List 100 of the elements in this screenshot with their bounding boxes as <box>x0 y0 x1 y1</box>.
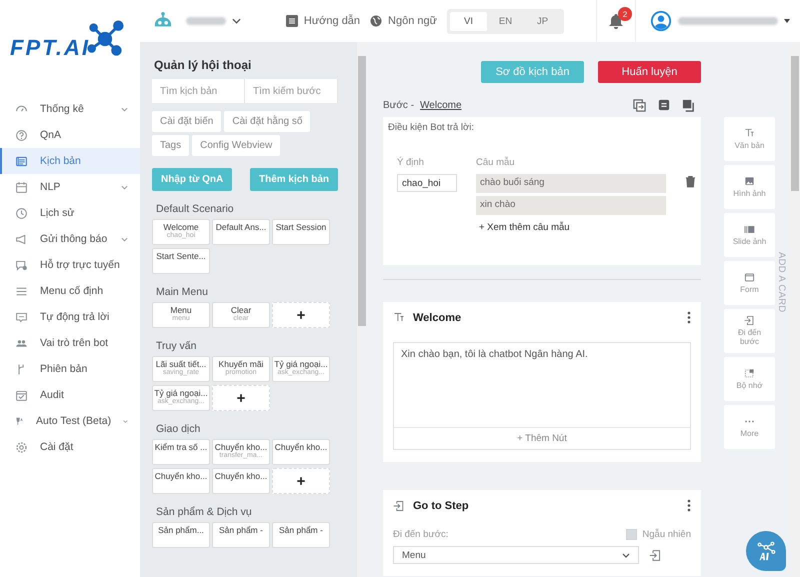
card-title: Go to Step <box>413 500 469 512</box>
scenario-card[interactable]: Kiểm tra số ... <box>152 439 210 465</box>
step-select[interactable]: Menu <box>393 546 639 564</box>
sample-sentence[interactable]: chào buổi sáng <box>476 174 666 193</box>
random-checkbox[interactable] <box>626 529 638 540</box>
duplicate-icon[interactable] <box>682 98 695 112</box>
sidebar-item[interactable]: Lịch sử <box>0 200 140 226</box>
step-name: Chuyển kho... <box>274 442 328 452</box>
chevron-down-icon[interactable] <box>232 18 241 24</box>
more-vertical-icon[interactable] <box>687 311 691 324</box>
scrollbar[interactable] <box>357 42 367 577</box>
sidebar-item[interactable]: Auto Test (Beta) <box>0 408 140 434</box>
ai-assistant-icon[interactable] <box>755 540 777 562</box>
settings-button[interactable]: Config Webview <box>192 135 280 156</box>
language-tab[interactable]: EN <box>487 12 524 30</box>
step-name: Sản phẩm - <box>219 525 263 535</box>
enter-arrow-icon <box>393 500 405 512</box>
language-tab[interactable]: JP <box>524 12 561 30</box>
scrollbar[interactable] <box>790 42 800 577</box>
sidebar-item[interactable]: Audit <box>0 382 140 408</box>
panel-title: Quản lý hội thoại <box>154 58 252 72</box>
step-name: Kiểm tra số ... <box>154 442 208 452</box>
step-name: Default Ans... <box>216 222 266 232</box>
search-field[interactable]: Tìm kiếm bước <box>245 79 338 103</box>
show-more-link[interactable]: + Xem thêm câu mẫu <box>476 218 666 237</box>
field-label: Ý định <box>397 157 425 168</box>
document-icon <box>286 15 298 27</box>
step-name: Tỷ giá ngoại... <box>274 359 328 369</box>
trash-icon[interactable] <box>685 175 696 188</box>
sample-sentence[interactable]: xin chào <box>476 196 666 215</box>
sidebar-item[interactable]: Menu cố định <box>0 278 140 304</box>
copy-icon[interactable] <box>633 98 646 112</box>
sidebar-item[interactable]: Vai trò trên bot <box>0 330 140 356</box>
sidebar-item[interactable]: Tự động trả lời <box>0 304 140 330</box>
message-text-area[interactable]: Xin chào bạn, tôi là chatbot Ngân hàng AI. <box>394 343 690 427</box>
step-name: Welcome <box>163 222 199 232</box>
message-icon <box>15 310 28 324</box>
checkbox-label: Ngẫu nhiên <box>642 529 691 540</box>
chat-icon <box>15 258 28 272</box>
sidebar-item[interactable]: Gửi thông báo <box>0 226 140 252</box>
more-vertical-icon[interactable] <box>687 499 691 512</box>
sidebar-item[interactable]: Hỗ trợ trực tuyến <box>0 252 140 278</box>
caret-icon[interactable] <box>784 19 790 23</box>
scenario-card[interactable]: Chuyển kho... <box>152 468 210 494</box>
scenario-card[interactable]: Start Session <box>272 219 330 245</box>
logo-text: FPT.AI <box>10 35 90 61</box>
language-tab[interactable]: VI <box>450 12 487 30</box>
step-name: Chuyển kho... <box>154 471 208 481</box>
scenario-card[interactable]: Start Sente... <box>152 248 210 274</box>
step-label: Bước - <box>383 100 414 110</box>
field-label: Đi đến bước: <box>393 529 448 540</box>
language-label: Ngôn ngữ <box>388 15 437 27</box>
step-name: Tỷ giá ngoại... <box>154 388 208 398</box>
guide-link[interactable]: Hướng dẫn <box>304 15 360 27</box>
step-name-link[interactable]: Welcome <box>420 100 462 110</box>
user-avatar-icon[interactable] <box>650 10 672 32</box>
settings-button[interactable]: Cài đặt hằng số <box>224 111 310 132</box>
card-title: Điều kiện Bot trả lời: <box>388 122 475 133</box>
step-name: Lãi suất tiết... <box>156 359 206 369</box>
megaphone-icon <box>15 232 28 246</box>
calendar-icon <box>15 180 28 194</box>
scenario-card[interactable]: Sản phẩm - <box>212 522 270 548</box>
blurred-bot-name <box>186 17 226 25</box>
sidebar-item[interactable]: NLP <box>0 174 140 200</box>
step-name: Chuyển kho... <box>214 471 268 481</box>
add-step-button[interactable]: + <box>272 468 330 494</box>
step-name: Start Session <box>276 222 326 232</box>
settings-button[interactable]: Cài đặt biến <box>152 111 222 132</box>
memory-icon <box>744 368 755 379</box>
scenario-card[interactable]: Sản phẩm - <box>272 522 330 548</box>
bell-icon[interactable] <box>608 13 624 29</box>
group-title: Default Scenario <box>156 203 235 215</box>
sidebar-item[interactable]: QnA <box>0 122 140 148</box>
scenario-card[interactable]: Chuyển kho... <box>212 468 270 494</box>
image-icon <box>744 176 755 187</box>
add-step-button[interactable]: + <box>212 385 270 411</box>
window-icon <box>744 272 755 283</box>
step-name: Chuyển kho... <box>214 442 268 452</box>
sidebar-item[interactable]: Cài đặt <box>0 434 140 460</box>
group-title: Sản phẩm & Dịch vụ <box>156 506 253 518</box>
sidebar-item[interactable]: Phiên bản <box>0 356 140 382</box>
sidebar-item[interactable]: Thống kê <box>0 96 140 122</box>
add-step-button[interactable]: + <box>272 302 330 328</box>
toolbar-button[interactable]: Huấn luyện <box>598 61 701 83</box>
slides-icon <box>744 224 755 235</box>
intent-field[interactable]: chao_hoi <box>397 174 457 192</box>
enter-arrow-icon[interactable] <box>649 548 662 562</box>
list-icon[interactable] <box>658 99 670 111</box>
enter-arrow-icon <box>744 315 755 326</box>
search-field[interactable]: Tìm kịch bản <box>152 79 245 103</box>
settings-button[interactable]: Tags <box>152 135 190 156</box>
gear-icon <box>15 440 28 454</box>
scenario-card[interactable]: Default Ans... <box>212 219 270 245</box>
add-button-link[interactable]: + Thêm Nút <box>394 427 690 449</box>
help-icon <box>15 128 28 142</box>
scenario-card[interactable]: Sản phẩm... <box>152 522 210 548</box>
clock-icon <box>15 206 28 220</box>
field-label: Câu mẫu <box>476 157 516 168</box>
scenario-card[interactable]: Chuyển kho... <box>272 439 330 465</box>
text-format-icon <box>393 312 405 324</box>
